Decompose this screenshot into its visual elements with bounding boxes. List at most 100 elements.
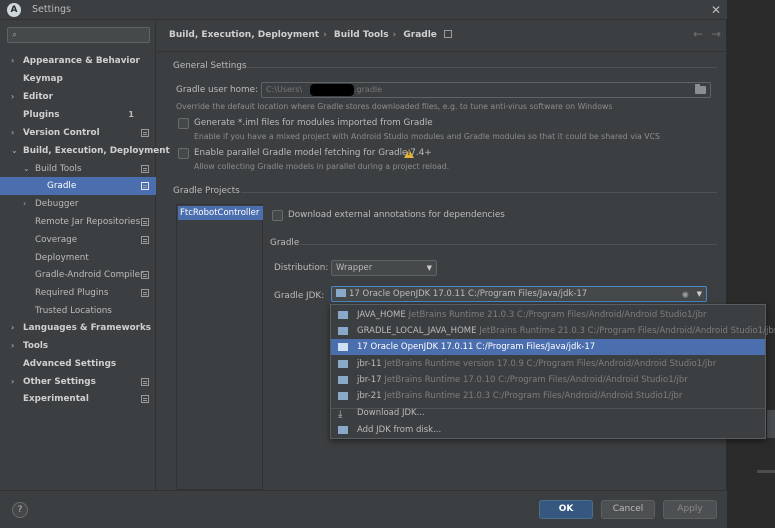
sidebar-item-label: Trusted Locations	[35, 306, 112, 316]
sidebar-item-required-plugins[interactable]: Required Plugins	[0, 284, 156, 302]
sidebar-item-label: Debugger	[35, 199, 79, 209]
jdk-folder-icon	[338, 311, 348, 319]
parallel-fetching-checkbox[interactable]	[178, 148, 189, 159]
jdk-option-jbr-17[interactable]: jbr-17 JetBrains Runtime 17.0.10 C:/Prog…	[331, 372, 765, 388]
chevron-down-icon: ⌄	[11, 146, 18, 155]
jdk-folder-icon	[338, 376, 348, 384]
sidebar-item-build-tools[interactable]: ⌄ Build Tools	[0, 160, 156, 178]
sidebar-item-other-settings[interactable]: › Other Settings	[0, 373, 156, 391]
project-settings-icon	[141, 165, 149, 173]
parallel-fetching-label: Enable parallel Gradle model fetching fo…	[194, 148, 432, 158]
sidebar-item-debugger[interactable]: › Debugger	[0, 195, 156, 213]
jdk-folder-icon	[338, 327, 348, 335]
sidebar-item-plugins[interactable]: Plugins 1	[0, 106, 156, 124]
gradle-projects-title: Gradle Projects	[173, 186, 240, 196]
chevron-down-icon: ⌄	[23, 164, 30, 173]
sidebar-item-advanced-settings[interactable]: Advanced Settings	[0, 355, 156, 373]
breadcrumb-build-tools[interactable]: Build Tools	[334, 30, 389, 40]
project-settings-icon	[444, 30, 453, 38]
sidebar-item-label: Gradle-Android Compiler	[35, 270, 144, 280]
jdk-option-desc: JetBrains Runtime 21.0.3 C:/Program File…	[408, 310, 707, 320]
download-annotations-checkbox[interactable]	[272, 210, 283, 221]
sidebar-item-label: Build, Execution, Deployment	[23, 146, 170, 156]
generate-iml-checkbox[interactable]	[178, 118, 189, 129]
add-jdk-from-disk-option[interactable]: Add JDK from disk...	[331, 422, 765, 438]
download-jdk-option[interactable]: ⤓ Download JDK...	[331, 405, 765, 421]
jdk-folder-icon	[338, 343, 348, 351]
dropdown-caret-icon: ▼	[426, 264, 432, 272]
sidebar-item-remote-jar-repositories[interactable]: Remote Jar Repositories	[0, 213, 156, 231]
chevron-right-icon: ›	[23, 199, 27, 208]
jdk-option-jbr-11[interactable]: jbr-11 JetBrains Runtime version 17.0.9 …	[331, 356, 765, 372]
add-jdk-label: Add JDK from disk...	[357, 425, 442, 435]
sidebar-item-languages-frameworks[interactable]: › Languages & Frameworks	[0, 319, 156, 337]
sidebar-item-label: Experimental	[23, 394, 89, 404]
gradle-user-home-hint: Override the default location where Grad…	[176, 102, 613, 111]
sidebar-item-version-control[interactable]: › Version Control	[0, 124, 156, 142]
forward-arrow-icon[interactable]: →	[711, 27, 721, 41]
close-icon[interactable]: ✕	[708, 2, 724, 18]
sidebar-item-gradle[interactable]: Gradle	[0, 177, 156, 195]
sidebar-item-experimental[interactable]: Experimental	[0, 390, 156, 408]
distribution-select[interactable]: Wrapper ▼	[331, 260, 437, 276]
jdk-option-desc: JetBrains Runtime 21.0.3 C:/Program File…	[384, 391, 683, 401]
distribution-label: Distribution:	[274, 263, 329, 273]
project-settings-icon	[141, 289, 149, 297]
sidebar-item-label: Plugins	[23, 110, 60, 120]
project-item-ftcrobotcontroller[interactable]: FtcRobotController	[178, 206, 263, 220]
jdk-option-desc: JetBrains Runtime version 17.0.9 C:/Prog…	[384, 359, 717, 369]
settings-search-input[interactable]: ⌕	[7, 27, 150, 43]
gradle-jdk-label: Gradle JDK:	[274, 291, 325, 301]
chevron-right-icon: ›	[11, 323, 15, 332]
chevron-right-icon: ›	[11, 377, 15, 386]
sidebar-item-coverage[interactable]: Coverage	[0, 231, 156, 249]
jdk-option-name: jbr-11	[357, 359, 382, 369]
jdk-folder-icon	[338, 426, 348, 434]
jdk-option-jbr-21[interactable]: jbr-21 JetBrains Runtime 21.0.3 C:/Progr…	[331, 388, 765, 404]
breadcrumb-separator: ›	[323, 30, 327, 40]
sidebar-item-editor[interactable]: › Editor	[0, 88, 156, 106]
settings-dialog: A Settings ✕ ⌕ › Appearance & Behavior K…	[0, 0, 727, 528]
plugins-update-badge: 1	[128, 110, 134, 119]
folder-icon[interactable]	[695, 84, 706, 94]
section-divider	[247, 67, 717, 68]
breadcrumb-gradle: Gradle	[403, 30, 437, 40]
gradle-user-home-input[interactable]: C:\Users\ .gradle	[261, 82, 711, 98]
gradle-projects-list[interactable]: FtcRobotController	[176, 204, 263, 490]
sidebar-item-build-execution-deployment[interactable]: ⌄ Build, Execution, Deployment	[0, 142, 170, 160]
apply-button[interactable]: Apply	[663, 500, 717, 519]
distribution-value: Wrapper	[336, 263, 373, 273]
ok-button[interactable]: OK	[539, 500, 593, 519]
gradle-subsection-title: Gradle	[270, 238, 300, 248]
sidebar-item-keymap[interactable]: Keymap	[0, 70, 156, 88]
sidebar-item-trusted-locations[interactable]: Trusted Locations	[0, 302, 156, 320]
gradle-jdk-select[interactable]: 17 Oracle OpenJDK 17.0.11 C:/Program Fil…	[331, 286, 707, 302]
breadcrumb-build-execution-deployment[interactable]: Build, Execution, Deployment	[169, 30, 319, 40]
project-settings-icon	[141, 218, 149, 226]
jdk-folder-icon	[338, 360, 348, 368]
generate-iml-hint: Enable if you have a mixed project with …	[194, 132, 660, 141]
download-jdk-label: Download JDK...	[357, 408, 425, 418]
help-icon[interactable]: ?	[12, 502, 28, 518]
sidebar-item-tools[interactable]: › Tools	[0, 337, 156, 355]
back-arrow-icon[interactable]: ←	[693, 27, 703, 41]
download-annotations-label: Download external annotations for depend…	[288, 210, 505, 220]
jdk-option-name: GRADLE_LOCAL_JAVA_HOME	[357, 326, 477, 336]
sidebar-item-label: Editor	[23, 92, 53, 102]
dropdown-caret-icon: ▼	[696, 290, 702, 298]
sidebar-item-appearance[interactable]: › Appearance & Behavior	[0, 52, 156, 70]
cancel-button[interactable]: Cancel	[601, 500, 655, 519]
gradle-user-home-value-suffix: .gradle	[354, 85, 383, 94]
gradle-user-home-label: Gradle user home:	[176, 85, 258, 95]
sidebar-item-label: Deployment	[35, 253, 89, 263]
sidebar-item-label: Appearance & Behavior	[23, 56, 140, 66]
sidebar-item-deployment[interactable]: Deployment	[0, 249, 156, 267]
jdk-option-oracle-openjdk-17[interactable]: 17 Oracle OpenJDK 17.0.11 C:/Program Fil…	[331, 339, 765, 355]
jdk-option-gradle-local-java-home[interactable]: GRADLE_LOCAL_JAVA_HOME JetBrains Runtime…	[331, 323, 775, 339]
sidebar-item-label: Build Tools	[35, 164, 82, 174]
background-strip-small	[757, 470, 775, 473]
jdk-option-java-home[interactable]: JAVA_HOME JetBrains Runtime 21.0.3 C:/Pr…	[331, 307, 765, 323]
gradle-jdk-value: 17 Oracle OpenJDK 17.0.11 C:/Program Fil…	[349, 289, 588, 299]
sidebar-item-gradle-android-compiler[interactable]: Gradle-Android Compiler	[0, 266, 156, 284]
sidebar-item-label: Remote Jar Repositories	[35, 217, 141, 227]
